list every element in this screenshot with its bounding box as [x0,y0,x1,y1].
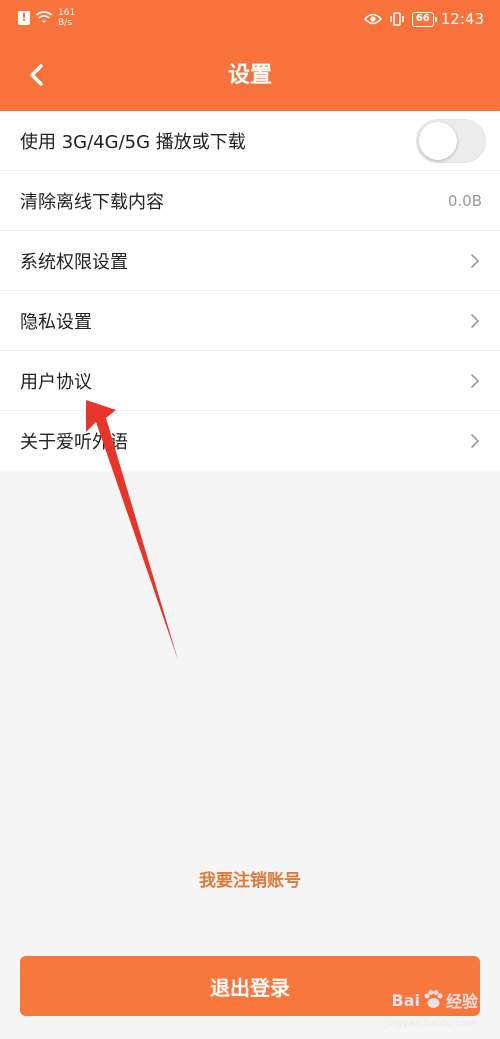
network-speed-unit: B/s [58,18,72,28]
paw-icon [424,990,443,1008]
setting-about[interactable]: 关于爱听外语 [0,411,500,471]
mobile-data-toggle[interactable] [416,118,486,163]
page-title: 设置 [227,63,272,88]
clock: 12:43 [440,10,484,28]
setting-mobile-data[interactable]: 使用 3G/4G/5G 播放或下载 [0,111,500,171]
baidu-watermark: Bai 经验 [391,988,478,1012]
setting-user-agreement[interactable]: 用户协议 [0,351,500,411]
status-bar: ! 161 B/s 66 12:43 [0,0,500,40]
offline-size-value: 0.0B [447,191,482,210]
setting-label: 关于爱听外语 [20,432,128,453]
setting-system-permissions[interactable]: 系统权限设置 [0,231,500,291]
network-speed-value: 161 [58,8,76,18]
watermark-brand-right: 经验 [445,992,478,1011]
wifi-icon [36,11,52,23]
battery-indicator: 66 [411,11,437,27]
watermark-brand-left: Bai [391,990,420,1010]
notification-icon: ! [18,11,30,25]
network-speed: 161 B/s [58,8,75,28]
setting-label: 用户协议 [20,371,92,393]
logout-label: 退出登录 [210,975,290,1000]
chevron-right-icon [471,373,480,388]
vibrate-icon [390,12,404,26]
chevron-right-icon [471,434,480,448]
settings-list: 使用 3G/4G/5G 播放或下载 清除离线下载内容 0.0B 系统权限设置 隐… [0,111,500,471]
setting-privacy[interactable]: 隐私设置 [0,291,500,351]
chevron-right-icon [471,313,480,328]
cancel-account-link[interactable]: 我要注销账号 [0,866,500,891]
chevron-right-icon [471,253,480,268]
setting-label: 隐私设置 [20,311,92,333]
setting-clear-offline[interactable]: 清除离线下载内容 0.0B [0,171,500,231]
setting-label: 清除离线下载内容 [20,191,164,213]
setting-label: 使用 3G/4G/5G 播放或下载 [20,131,246,153]
setting-label: 系统权限设置 [20,251,128,273]
eye-icon [363,13,382,25]
toggle-knob [419,121,457,160]
watermark-url: jingyan.baidu.com [384,1019,476,1029]
